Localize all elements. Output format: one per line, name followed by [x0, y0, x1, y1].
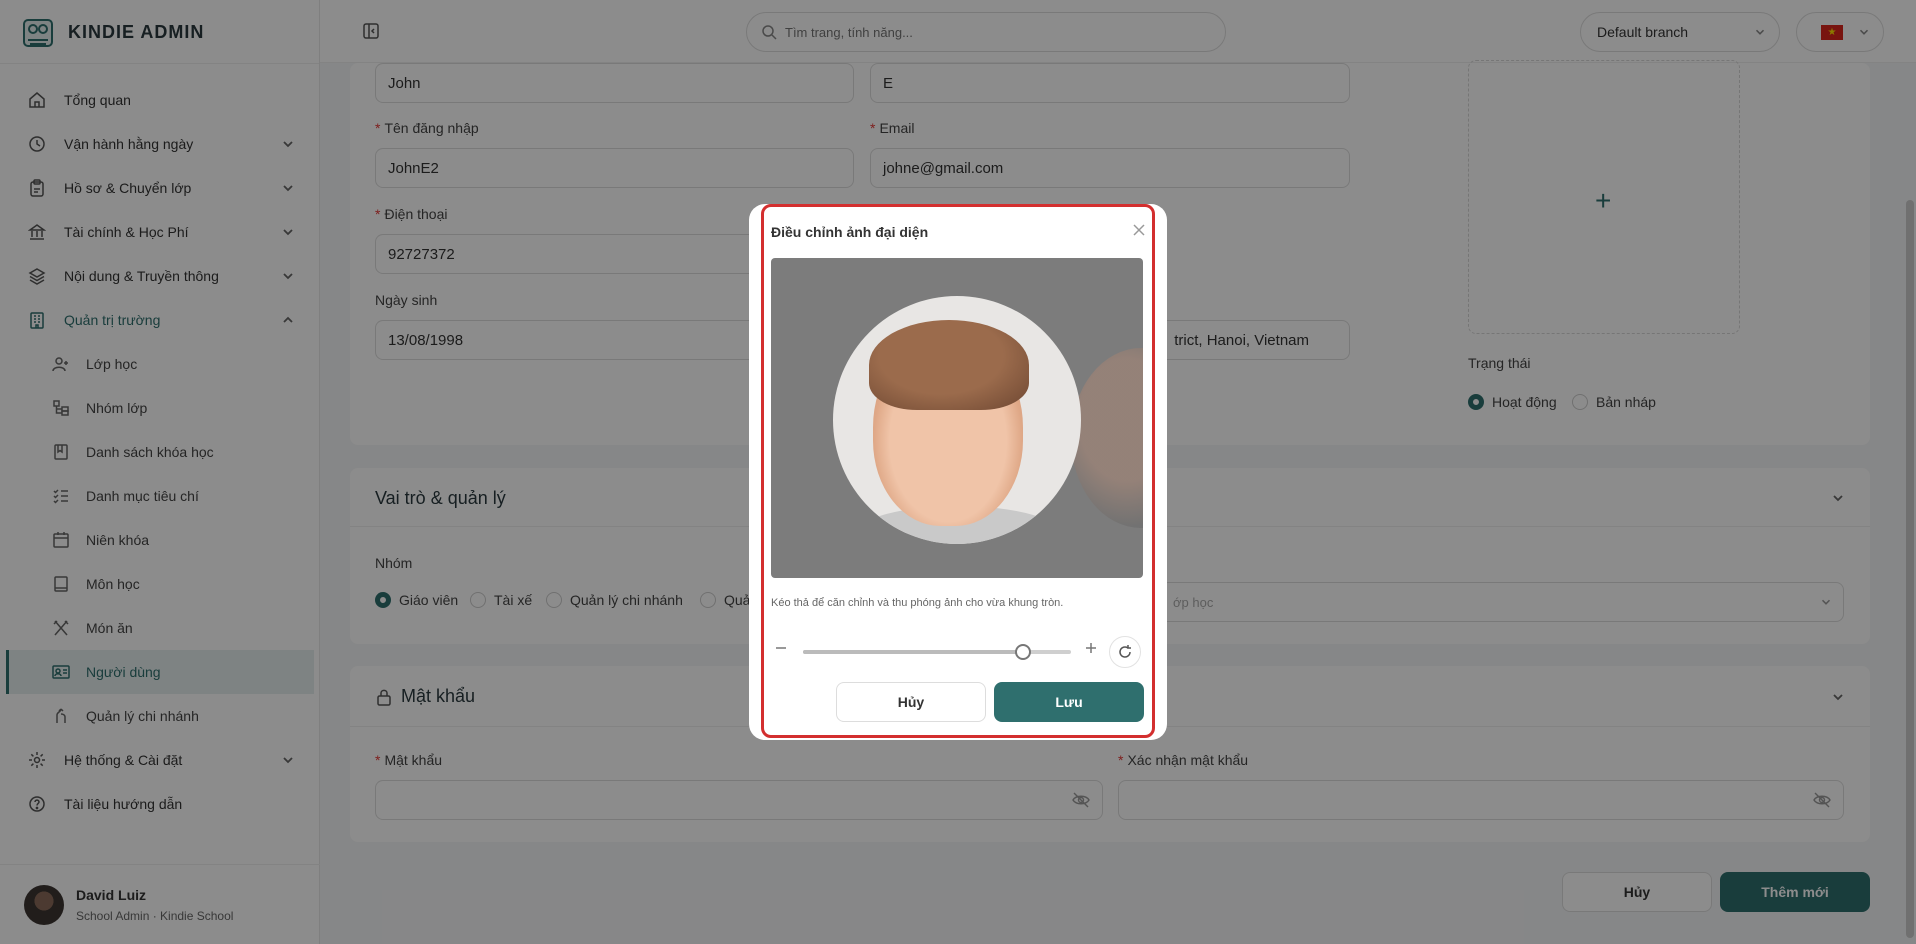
plus-icon[interactable]	[1083, 640, 1099, 656]
avatar-crop-modal: Điều chỉnh ảnh đại diện Kéo thả để căn c…	[749, 204, 1167, 740]
photo-background	[1071, 348, 1143, 528]
close-icon[interactable]	[1131, 222, 1147, 238]
crop-area[interactable]	[771, 258, 1143, 578]
zoom-slider[interactable]	[803, 644, 1071, 660]
minus-icon[interactable]	[773, 640, 789, 656]
refresh-icon	[1119, 645, 1131, 658]
zoom-slider-fill	[803, 650, 1023, 654]
modal-title: Điều chỉnh ảnh đại diện	[771, 224, 929, 240]
modal-cancel-button[interactable]: Hủy	[836, 682, 986, 722]
photo-hair	[869, 320, 1029, 410]
zoom-controls	[771, 636, 1143, 668]
crop-hint: Kéo thả để căn chỉnh và thu phóng ảnh ch…	[771, 597, 1064, 609]
zoom-slider-thumb[interactable]	[1014, 644, 1031, 660]
reset-button[interactable]	[1109, 636, 1141, 668]
modal-save-button[interactable]: Lưu	[994, 682, 1144, 722]
crop-circle[interactable]	[833, 296, 1081, 544]
